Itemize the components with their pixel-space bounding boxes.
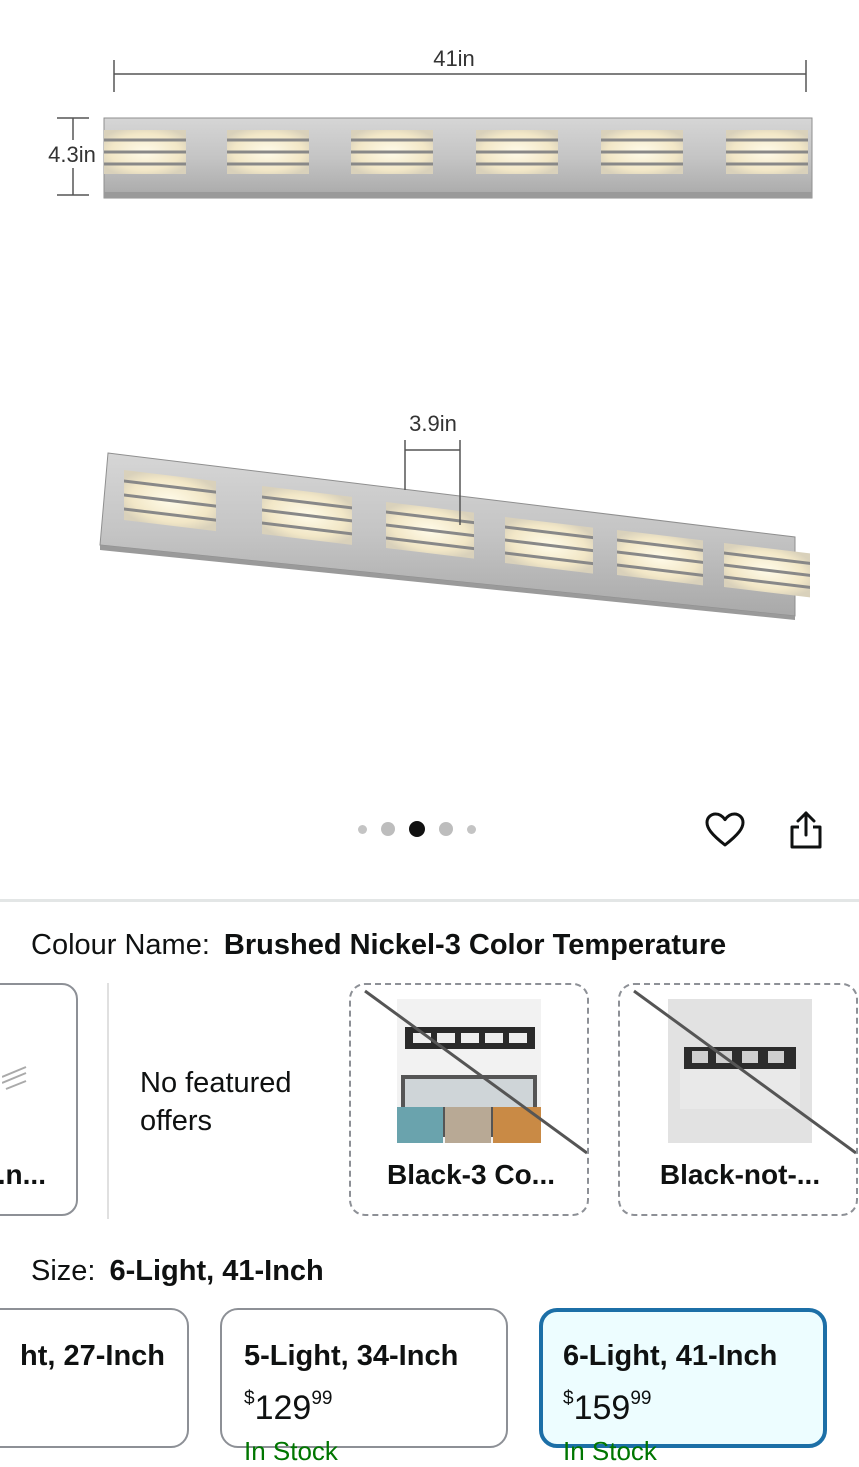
swatch-separator bbox=[107, 983, 109, 1219]
size-option-27-inch[interactable]: ht, 27-Inch bbox=[0, 1308, 189, 1448]
size-option-price: $15999 bbox=[563, 1388, 651, 1428]
heart-icon bbox=[705, 812, 745, 847]
colour-label: Colour Name: bbox=[31, 929, 210, 961]
size-label: Size: bbox=[31, 1255, 96, 1287]
colour-selected-value: Brushed Nickel-3 Color Temperature bbox=[223, 929, 727, 961]
product-image-gallery[interactable]: 41in 4.3in 3.9in bbox=[0, 0, 859, 880]
size-row: Size: 6-Light, 41-Inch bbox=[31, 1255, 324, 1288]
size-option-name: ht, 27-Inch bbox=[19, 1340, 165, 1372]
colour-swatch-nickel[interactable]: ...n... bbox=[0, 983, 78, 1216]
share-icon bbox=[790, 811, 822, 849]
wishlist-button[interactable] bbox=[703, 808, 747, 852]
size-option-name: 6-Light, 41-Inch bbox=[563, 1340, 778, 1372]
price-fraction: 99 bbox=[630, 1388, 652, 1409]
colour-swatch-black-3[interactable]: Black-3 Co... bbox=[349, 983, 589, 1216]
size-selected-value: 6-Light, 41-Inch bbox=[109, 1255, 324, 1287]
swatch-name: Black-3 Co... bbox=[386, 1159, 556, 1190]
no-featured-offers-text: No featured offers bbox=[140, 1067, 292, 1137]
price-fraction: 99 bbox=[311, 1388, 333, 1409]
product-image: 41in 4.3in 3.9in bbox=[40, 46, 813, 620]
pager-dot[interactable] bbox=[439, 822, 453, 836]
stock-status: In Stock bbox=[563, 1436, 657, 1466]
colour-name-row: Colour Name: Brushed Nickel-3 Color Tempe… bbox=[31, 929, 726, 962]
pager-dot-active[interactable] bbox=[409, 821, 425, 837]
dimension-spacing-label: 3.9in bbox=[409, 411, 457, 436]
price-currency: $ bbox=[244, 1388, 255, 1409]
price-whole: 159 bbox=[573, 1389, 631, 1427]
pager-dot[interactable] bbox=[381, 822, 395, 836]
size-option-34-inch[interactable]: 5-Light, 34-Inch $12999 In Stock bbox=[220, 1308, 508, 1466]
size-option-41-inch-selected[interactable]: 6-Light, 41-Inch $15999 In Stock bbox=[539, 1308, 827, 1466]
size-option-name: 5-Light, 34-Inch bbox=[244, 1340, 459, 1372]
swatch-name: ...n... bbox=[0, 1159, 46, 1190]
price-currency: $ bbox=[563, 1388, 574, 1409]
pager-dot[interactable] bbox=[358, 824, 367, 834]
share-button[interactable] bbox=[784, 808, 828, 852]
pager-dot[interactable] bbox=[467, 824, 476, 834]
section-divider bbox=[0, 899, 859, 902]
image-pager-dots[interactable] bbox=[358, 819, 476, 839]
size-option-price: $12999 bbox=[244, 1388, 332, 1428]
swatch-image bbox=[2, 1066, 27, 1090]
swatch-name: Black-not-... bbox=[659, 1159, 821, 1190]
price-whole: 129 bbox=[254, 1389, 312, 1427]
stock-status: In Stock bbox=[244, 1436, 338, 1466]
dimension-height-label: 4.3in bbox=[48, 142, 96, 167]
dimension-width-label: 41in bbox=[433, 46, 475, 71]
colour-swatch-black-not[interactable]: Black-not-... bbox=[618, 983, 858, 1216]
